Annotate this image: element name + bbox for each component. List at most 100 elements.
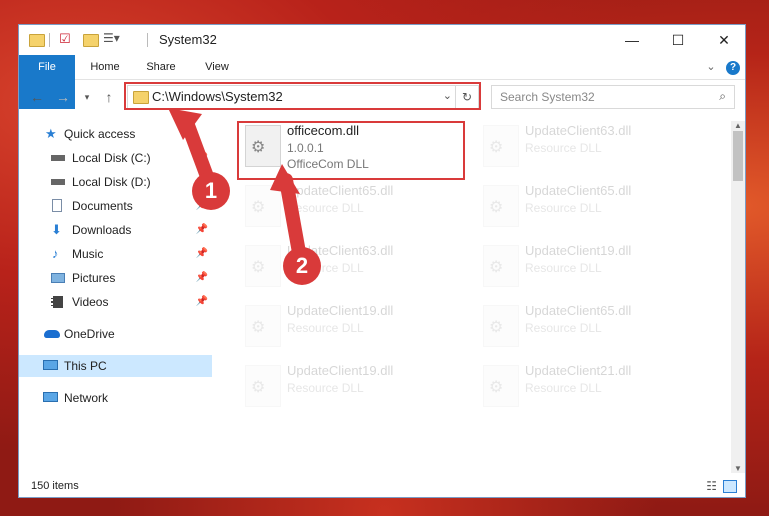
nav-label: Local Disk (C:): [72, 151, 151, 165]
navigation-pane: ★ Quick access Local Disk (C:) 📌 Local D…: [19, 119, 212, 473]
nav-label: Documents: [72, 199, 133, 213]
expand-ribbon-icon[interactable]: ⌄: [703, 55, 719, 79]
file-description: Resource DLL: [287, 201, 364, 215]
nav-label: Music: [72, 247, 104, 261]
file-name: UpdateClient19.dll: [287, 363, 394, 378]
nav-item-documents[interactable]: Documents 📌: [19, 195, 212, 217]
file-description: Resource DLL: [525, 321, 602, 335]
file-item[interactable]: ⚙ UpdateClient19.dll Resource DLL: [477, 239, 703, 293]
file-description: Resource DLL: [525, 261, 602, 275]
nav-label: This PC: [64, 359, 107, 373]
nav-item-downloads[interactable]: ⬇ Downloads 📌: [19, 219, 212, 241]
nav-label: OneDrive: [64, 327, 115, 341]
gear-icon: ⚙: [251, 199, 266, 216]
cloud-icon: [44, 330, 60, 338]
nav-label: Local Disk (D:): [72, 175, 151, 189]
download-icon: ⬇: [51, 222, 62, 237]
file-name: UpdateClient19.dll: [525, 243, 632, 258]
title-bar: ☑ ☰▾ System32 — ☐ ✕: [19, 25, 745, 55]
recent-locations-button[interactable]: ▾: [77, 87, 97, 107]
gear-icon: ⚙: [489, 379, 504, 396]
items-count: 150 items: [31, 480, 79, 492]
ribbon: File Home Share View ⌄ ?: [19, 55, 745, 109]
network-icon: [43, 392, 58, 402]
file-name: UpdateClient19.dll: [287, 303, 394, 318]
gear-icon: ⚙: [251, 379, 266, 396]
file-item[interactable]: ⚙ UpdateClient63.dll Resource DLL: [477, 119, 703, 173]
gear-icon: ⚙: [251, 259, 266, 276]
drive-icon: [51, 155, 65, 161]
gear-icon: ⚙: [489, 319, 504, 336]
file-item[interactable]: ⚙ UpdateClient19.dll Resource DLL: [239, 359, 465, 413]
tab-share[interactable]: Share: [135, 55, 187, 79]
file-name: UpdateClient63.dll: [525, 123, 632, 138]
callout-badge-1: 1: [192, 172, 230, 210]
large-icons-view-icon[interactable]: [723, 480, 737, 493]
file-name: UpdateClient65.dll: [525, 183, 632, 198]
search-input[interactable]: Search System32: [500, 90, 595, 104]
nav-label: Downloads: [72, 223, 132, 237]
file-name: UpdateClient21.dll: [525, 363, 632, 378]
search-box[interactable]: Search System32 ⌕: [491, 85, 735, 109]
file-description: Resource DLL: [525, 201, 602, 215]
nav-item-network[interactable]: Network: [19, 387, 212, 409]
address-highlight: [124, 82, 481, 110]
file-item[interactable]: ⚙ UpdateClient65.dll Resource DLL: [477, 179, 703, 233]
window-title: System32: [159, 32, 217, 47]
nav-item-pictures[interactable]: Pictures 📌: [19, 267, 212, 289]
up-button[interactable]: ↑: [99, 87, 119, 107]
nav-label: Videos: [72, 295, 109, 309]
drive-icon: [51, 179, 65, 185]
nav-item-this-pc[interactable]: This PC: [19, 355, 212, 377]
nav-item-music[interactable]: ♪ Music 📌: [19, 243, 212, 265]
minimize-button[interactable]: —: [609, 25, 655, 55]
forward-button[interactable]: →: [53, 87, 73, 107]
pin-icon: 📌: [195, 152, 208, 163]
pictures-icon: [51, 273, 65, 283]
file-description: Resource DLL: [525, 141, 602, 155]
status-bar: 150 items ☷: [19, 477, 745, 497]
scroll-up-icon[interactable]: ▲: [734, 121, 742, 130]
nav-item-onedrive[interactable]: OneDrive: [19, 323, 212, 345]
file-description: Resource DLL: [287, 381, 364, 395]
details-view-icon[interactable]: ☷: [706, 479, 717, 493]
nav-item-videos[interactable]: Videos 📌: [19, 291, 212, 313]
nav-label: Network: [64, 391, 109, 405]
file-item[interactable]: ⚙ UpdateClient21.dll Resource DLL: [477, 359, 703, 413]
customize-toolbar-icon[interactable]: ☰▾: [103, 31, 120, 49]
new-folder-icon[interactable]: [83, 34, 99, 47]
divider: [49, 33, 50, 47]
documents-icon: [52, 199, 62, 212]
music-icon: ♪: [52, 246, 59, 261]
star-icon: ★: [45, 126, 57, 141]
file-item[interactable]: ⚙ UpdateClient19.dll Resource DLL: [239, 299, 465, 353]
back-button[interactable]: ←: [27, 87, 47, 107]
folder-icon: [29, 34, 45, 47]
file-description: Resource DLL: [287, 321, 364, 335]
help-icon[interactable]: ?: [725, 55, 741, 79]
gear-icon: ⚙: [489, 199, 504, 216]
tab-view[interactable]: View: [191, 55, 243, 79]
file-item[interactable]: ⚙ UpdateClient63.dll Resource DLL: [239, 239, 465, 293]
computer-icon: [43, 360, 58, 370]
scroll-down-icon[interactable]: ▼: [734, 464, 742, 473]
file-item[interactable]: ⚙ UpdateClient65.dll Resource DLL: [477, 299, 703, 353]
scrollbar-thumb[interactable]: [733, 131, 743, 181]
properties-icon[interactable]: ☑: [59, 31, 75, 49]
vertical-scrollbar[interactable]: ▲ ▼: [731, 121, 745, 473]
videos-icon: [51, 296, 63, 308]
maximize-button[interactable]: ☐: [655, 25, 701, 55]
close-button[interactable]: ✕: [701, 25, 747, 55]
nav-item-quick-access[interactable]: ★ Quick access: [19, 123, 212, 145]
file-name: UpdateClient65.dll: [525, 303, 632, 318]
pin-icon: 📌: [195, 224, 208, 235]
pin-icon: 📌: [195, 272, 208, 283]
callout-badge-2: 2: [283, 247, 321, 285]
file-highlight: [237, 121, 465, 180]
pin-icon: 📌: [195, 296, 208, 307]
tab-home[interactable]: Home: [79, 55, 131, 79]
nav-item-local-disk-c[interactable]: Local Disk (C:) 📌: [19, 147, 212, 169]
file-item[interactable]: ⚙ UpdateClient65.dll Resource DLL: [239, 179, 465, 233]
search-icon[interactable]: ⌕: [719, 89, 726, 104]
nav-item-local-disk-d[interactable]: Local Disk (D:) 📌: [19, 171, 212, 193]
